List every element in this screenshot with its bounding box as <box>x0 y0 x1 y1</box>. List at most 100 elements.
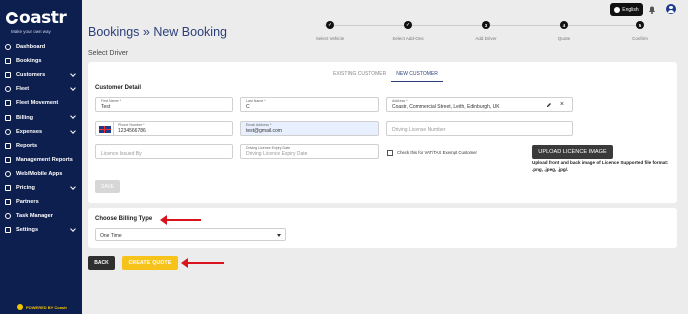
sidebar-item-customers[interactable]: Customers <box>0 68 82 82</box>
step-select-add-ons: ✓ Select Add-Ons <box>378 21 438 41</box>
expenses-icon <box>5 128 11 135</box>
dashboard-icon <box>5 44 11 51</box>
step-marker: 5 <box>636 21 644 29</box>
first-name-field[interactable]: First Name * Test <box>95 97 233 112</box>
sidebar-item-fleet[interactable]: Fleet <box>0 82 82 96</box>
customer-card: EXISTING CUSTOMER NEW CUSTOMER Customer … <box>88 62 677 203</box>
driving-license-number-placeholder: Driving License Number <box>392 127 446 133</box>
create-quote-button[interactable]: CREATE QUOTE <box>122 256 178 270</box>
language-button[interactable]: English <box>610 3 643 16</box>
logo-text: oastr <box>19 8 67 28</box>
close-icon[interactable]: × <box>560 101 564 108</box>
vat-exempt-checkbox[interactable] <box>387 150 393 156</box>
powered-by-logo-icon <box>17 304 23 310</box>
step-select-vehicle: ✓ Select Vehicle <box>300 21 360 41</box>
sidebar-item-label: Expenses <box>16 128 43 135</box>
vat-exempt-label: Check this for VAT/TAX Exempt Customer <box>397 150 477 155</box>
bell-icon[interactable] <box>648 5 656 14</box>
last-name-label: Last Name * <box>246 99 266 103</box>
sidebar-item-task-manager[interactable]: Task Manager <box>0 209 82 223</box>
uk-flag-icon[interactable] <box>99 126 111 133</box>
sidebar-item-reports[interactable]: Reports <box>0 139 82 153</box>
sidebar-item-label: Customers <box>16 72 46 79</box>
sidebar-item-fleet-movement[interactable]: Fleet Movement <box>0 96 82 110</box>
last-name-value: C <box>246 104 250 110</box>
sidebar-item-label: Web/Mobile Apps <box>16 170 63 177</box>
sidebar-item-dashboard[interactable]: Dashboard <box>0 40 82 54</box>
sidebar-item-billing[interactable]: Billing <box>0 110 82 124</box>
last-name-field[interactable]: Last Name * C <box>240 97 379 112</box>
sidebar-item-partners[interactable]: Partners <box>0 195 82 209</box>
globe-icon <box>614 6 621 13</box>
sidebar-item-settings[interactable]: Settings <box>0 223 82 237</box>
sidebar-item-bookings[interactable]: Bookings <box>0 54 82 68</box>
sidebar-item-label: Reports <box>16 142 38 149</box>
sidebar-item-management-reports[interactable]: Management Reports <box>0 153 82 167</box>
powered-by: POWERED BY Coastr <box>17 304 67 310</box>
page-subtitle: Select Driver <box>88 50 129 57</box>
chevron-down-icon <box>70 127 76 134</box>
step-label: Select Vehicle <box>315 36 345 41</box>
logo[interactable]: oastr Make your own way <box>6 8 76 34</box>
billing-icon <box>5 114 11 121</box>
first-name-label: First Name * <box>101 99 121 103</box>
address-label: Address * <box>392 99 408 103</box>
licence-issued-by-field[interactable]: Licence Issued By <box>95 144 233 159</box>
billing-arrow-annotation <box>160 215 201 225</box>
upload-note: Upload front and back image of Licence S… <box>532 160 669 172</box>
fleet-movement-icon <box>5 100 11 107</box>
step-quote: 4 Quote <box>534 21 594 41</box>
bookings-icon <box>5 58 11 65</box>
quote-arrow-annotation <box>181 258 224 268</box>
sidebar: oastr Make your own way Dashboard Booking… <box>0 0 82 314</box>
logo-mark-icon <box>6 12 18 24</box>
license-expiry-label: Driving License Expiry Date <box>246 146 291 150</box>
email-label: Email Address * <box>246 123 272 127</box>
settings-icon <box>5 227 11 234</box>
sidebar-item-label: Task Manager <box>16 213 53 220</box>
sidebar-item-expenses[interactable]: Expenses <box>0 125 82 139</box>
driving-license-number-field[interactable]: Driving License Number <box>386 121 573 136</box>
billing-card: Choose Billing Type One Time <box>88 208 677 248</box>
sidebar-item-web-mobile-apps[interactable]: Web/Mobile Apps <box>0 167 82 181</box>
phone-value: 1234566786 <box>118 128 146 134</box>
sidebar-item-pricing[interactable]: Pricing <box>0 181 82 195</box>
sidebar-item-label: Billing <box>16 114 34 121</box>
upload-licence-button[interactable]: UPLOAD LICENCE IMAGE <box>532 145 613 159</box>
address-field[interactable]: Address * Coastr, Commercial Street, Lei… <box>386 97 573 112</box>
sidebar-item-label: Fleet <box>16 86 30 93</box>
phone-field[interactable]: Phone Number * 1234566786 <box>95 121 233 136</box>
sidebar-item-label: Dashboard <box>16 44 46 51</box>
email-field[interactable]: Email Address * test@gmail.com <box>240 121 379 136</box>
booking-stepper: ✓ Select Vehicle ✓ Select Add-Ons 3 Add Drive… <box>300 21 670 45</box>
sidebar-item-label: Pricing <box>16 184 35 191</box>
step-label: Add Driver <box>475 36 497 41</box>
reports-icon <box>5 142 11 149</box>
step-marker: ✓ <box>404 21 412 29</box>
first-name-value: Test <box>101 104 111 110</box>
sidebar-item-label: Management Reports <box>16 156 73 163</box>
step-marker: ✓ <box>326 21 334 29</box>
license-expiry-field[interactable]: Driving License Expiry Date Driving Lice… <box>240 144 379 159</box>
chevron-down-icon <box>70 226 76 233</box>
sidebar-item-label: Settings <box>16 227 39 234</box>
sidebar-item-label: Bookings <box>16 58 42 65</box>
save-button[interactable]: SAVE <box>95 180 120 193</box>
customers-icon <box>5 72 11 79</box>
pencil-icon[interactable] <box>546 102 552 108</box>
management-reports-icon <box>5 156 11 163</box>
step-label: Select Add-Ons <box>392 36 424 41</box>
powered-by-text: POWERED BY Coastr <box>26 304 68 310</box>
back-button[interactable]: BACK <box>88 256 115 270</box>
tab-existing-customer[interactable]: EXISTING CUSTOMER <box>328 68 391 82</box>
billing-type-value: One Time <box>100 233 122 239</box>
billing-heading: Choose Billing Type <box>95 216 153 222</box>
license-expiry-placeholder: Driving Licence Expiry Date <box>246 151 308 157</box>
page-title: Bookings » New Booking <box>88 25 227 39</box>
tab-new-customer[interactable]: NEW CUSTOMER <box>391 68 443 82</box>
chevron-down-icon <box>70 85 76 92</box>
billing-type-select[interactable]: One Time <box>95 228 286 241</box>
fleet-icon <box>5 86 11 93</box>
customer-tabs: EXISTING CUSTOMER NEW CUSTOMER <box>328 68 443 82</box>
user-avatar-icon[interactable] <box>666 4 676 14</box>
